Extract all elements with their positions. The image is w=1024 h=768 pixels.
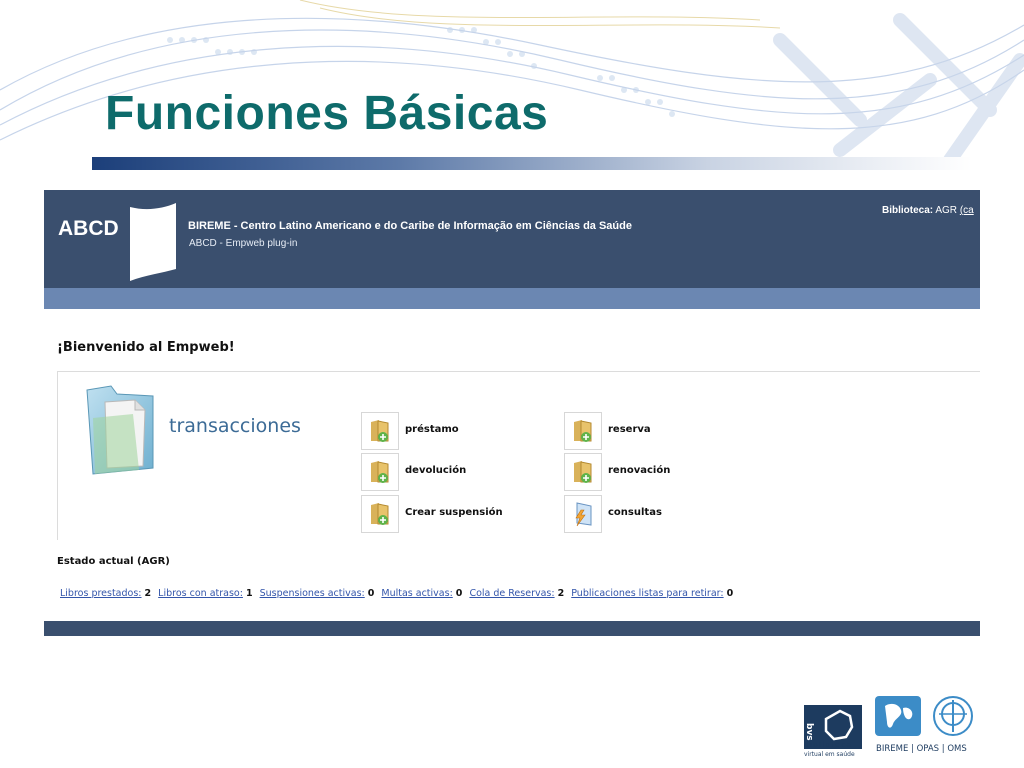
slide-title: Funciones Básicas	[105, 87, 549, 140]
partner-logos-icon	[875, 696, 973, 736]
institution-subtitle: ABCD - Empweb plug-in	[189, 238, 298, 249]
folder-add-icon	[564, 453, 602, 491]
title-underline	[92, 157, 972, 170]
folder-document-icon	[86, 385, 154, 475]
bvs-line2: virtual em saúde	[804, 751, 855, 758]
library-value: AGR	[935, 205, 958, 216]
lightning-doc-icon	[564, 495, 602, 533]
overdue-link[interactable]: Libros con atraso:	[158, 588, 243, 599]
fines-count: 0	[455, 588, 463, 599]
create-suspension-button[interactable]: Crear suspensión	[361, 495, 561, 533]
bvs-caption: biblioteca virtual em saúde	[804, 741, 868, 759]
return-label: devolución	[405, 465, 467, 476]
loan-button[interactable]: préstamo	[361, 412, 561, 450]
queries-button[interactable]: consultas	[564, 495, 764, 533]
ready-publications-count: 0	[726, 588, 734, 599]
partner-names: BIREME | OPAS | OMS	[876, 744, 967, 754]
abcd-logo: ABCD	[58, 217, 119, 240]
app-header: ABCD BIREME - Centro Latino Americano e …	[44, 190, 980, 288]
folder-add-icon	[361, 412, 399, 450]
welcome-heading: ¡Bienvenido al Empweb!	[57, 340, 235, 355]
folder-add-icon	[361, 453, 399, 491]
svg-text:bvs: bvs	[804, 723, 814, 741]
sub-navigation-bar	[44, 288, 980, 309]
suspensions-link[interactable]: Suspensiones activas:	[260, 588, 365, 599]
loan-label: préstamo	[405, 424, 459, 435]
reservation-button[interactable]: reserva	[564, 412, 764, 450]
library-label: Biblioteca:	[882, 205, 934, 216]
return-button[interactable]: devolución	[361, 453, 561, 491]
current-status-title: Estado actual (AGR)	[57, 556, 170, 567]
institution-name: BIREME - Centro Latino Americano e do Ca…	[188, 220, 632, 232]
bvs-line1: biblioteca	[804, 741, 853, 749]
fines-link[interactable]: Multas activas:	[381, 588, 452, 599]
abcd-page-icon	[130, 203, 176, 281]
suspensions-count: 0	[367, 588, 375, 599]
transactions-label: transacciones	[169, 415, 301, 437]
status-summary: Libros prestados: 2 Libros con atraso: 1 S…	[60, 588, 737, 599]
overdue-count: 1	[245, 588, 253, 599]
folder-add-icon	[361, 495, 399, 533]
ready-publications-link[interactable]: Publicaciones listas para retirar:	[571, 588, 723, 599]
app-screenshot: ABCD BIREME - Centro Latino Americano e …	[44, 190, 980, 636]
loans-count: 2	[144, 588, 152, 599]
renewal-label: renovación	[608, 465, 671, 476]
renewal-button[interactable]: renovación	[564, 453, 764, 491]
folder-add-icon	[564, 412, 602, 450]
reservation-label: reserva	[608, 424, 651, 435]
create-suspension-label: Crear suspensión	[405, 507, 503, 518]
library-info: Biblioteca: AGR (ca	[882, 205, 974, 216]
library-change-link[interactable]: (ca	[960, 205, 974, 216]
queries-label: consultas	[608, 507, 662, 518]
app-footer-bar	[44, 621, 980, 636]
reservation-queue-link[interactable]: Cola de Reservas:	[469, 588, 554, 599]
reservation-queue-count: 2	[557, 588, 565, 599]
loans-link[interactable]: Libros prestados:	[60, 588, 142, 599]
